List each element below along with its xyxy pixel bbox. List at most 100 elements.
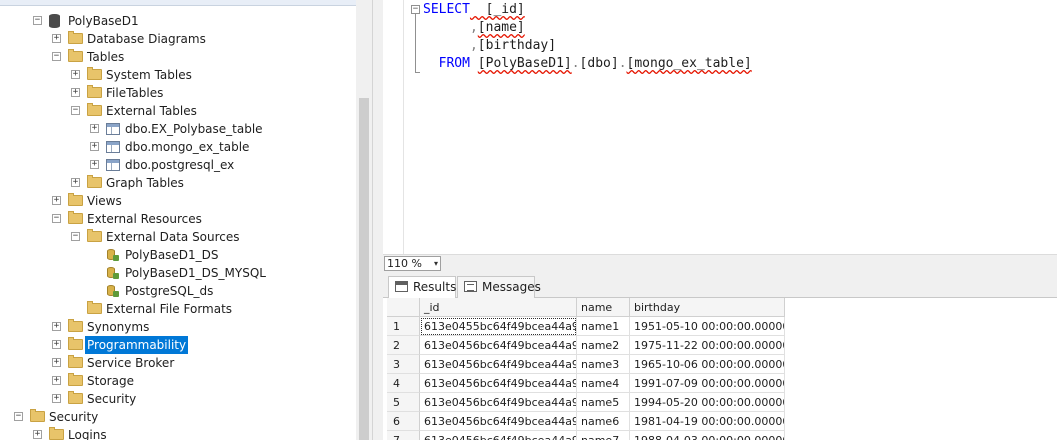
- code-token: [mongo_ex_table]: [626, 56, 752, 71]
- results-grid[interactable]: _id name birthday 1 613e0455bc64f49bcea44a92…: [387, 298, 1057, 440]
- expand-icon[interactable]: +: [52, 196, 61, 205]
- row-number[interactable]: 2: [387, 336, 420, 355]
- grid-cell[interactable]: name3: [577, 355, 630, 374]
- tree-node-programmability[interactable]: + Programmability: [0, 335, 356, 355]
- grid-corner[interactable]: [387, 298, 420, 317]
- grid-cell[interactable]: 1994-05-20 00:00:00.000000: [630, 393, 785, 412]
- collapse-icon[interactable]: −: [52, 214, 61, 223]
- column-header[interactable]: _id: [420, 298, 577, 317]
- tree-node-external-tables[interactable]: − External Tables: [0, 102, 356, 120]
- tree-node-postgresql-ds[interactable]: PostgreSQL_ds: [0, 282, 356, 300]
- grid-cell[interactable]: 613e0456bc64f49bcea44a98: [420, 431, 577, 440]
- expand-icon[interactable]: +: [52, 322, 61, 331]
- expand-icon[interactable]: +: [52, 376, 61, 385]
- tree-node-service-broker[interactable]: + Service Broker: [0, 354, 356, 372]
- tree-node-ex-polybase-table[interactable]: + dbo.EX_Polybase_table: [0, 120, 356, 138]
- grid-cell[interactable]: name4: [577, 374, 630, 393]
- tab-results-label: Results: [413, 280, 457, 294]
- collapse-icon[interactable]: −: [14, 412, 23, 421]
- grid-cell[interactable]: 1981-04-19 00:00:00.000000: [630, 412, 785, 431]
- folder-icon: [68, 391, 83, 404]
- code-line[interactable]: ,[birthday]: [423, 37, 556, 55]
- collapse-icon[interactable]: −: [71, 232, 80, 241]
- grid-cell[interactable]: 1951-05-10 00:00:00.000000: [630, 317, 785, 336]
- expand-icon[interactable]: +: [33, 430, 42, 439]
- tree-node-security-server[interactable]: − Security: [0, 408, 356, 426]
- expand-icon[interactable]: +: [71, 88, 80, 97]
- results-tabs: Results Messages: [383, 272, 1057, 299]
- tree-node-system-tables[interactable]: + System Tables: [0, 66, 356, 84]
- pane-splitter[interactable]: [372, 0, 383, 440]
- row-number[interactable]: 4: [387, 374, 420, 393]
- folder-icon: [68, 337, 83, 350]
- tree-node-label: Security: [87, 392, 137, 406]
- zoom-select[interactable]: 110 % ▾: [384, 256, 441, 271]
- expand-icon[interactable]: +: [71, 70, 80, 79]
- tree-node-logins[interactable]: + Logins: [0, 426, 356, 440]
- code-token: [PolyBaseD1]: [477, 56, 572, 71]
- tree-node-external-data-sources[interactable]: − External Data Sources: [0, 228, 356, 246]
- tree-node-external-file-formats[interactable]: External File Formats: [0, 300, 356, 318]
- tree-node-synonyms[interactable]: + Synonyms: [0, 318, 356, 336]
- column-header[interactable]: name: [577, 298, 630, 317]
- tree-node-postgresql-ex[interactable]: + dbo.postgresql_ex: [0, 156, 356, 174]
- collapse-icon[interactable]: −: [52, 52, 61, 61]
- expand-icon[interactable]: +: [52, 340, 61, 349]
- tree-node-security-db[interactable]: + Security: [0, 390, 356, 408]
- grid-cell[interactable]: name6: [577, 412, 630, 431]
- collapse-toggle-icon[interactable]: −: [411, 5, 420, 14]
- folder-icon: [49, 427, 64, 440]
- tree-node-views[interactable]: + Views: [0, 192, 356, 210]
- grid-cell[interactable]: 1965-10-06 00:00:00.000000: [630, 355, 785, 374]
- row-number[interactable]: 3: [387, 355, 420, 374]
- grid-cell[interactable]: 613e0455bc64f49bcea44a92: [420, 317, 577, 336]
- explorer-scrollbar-thumb[interactable]: [359, 98, 369, 440]
- tree-node-mongo-ex-table[interactable]: + dbo.mongo_ex_table: [0, 138, 356, 156]
- expand-icon[interactable]: +: [52, 34, 61, 43]
- tree-node-tables[interactable]: − Tables: [0, 48, 356, 66]
- column-header[interactable]: birthday: [630, 298, 785, 317]
- grid-cell[interactable]: 613e0456bc64f49bcea44a94: [420, 355, 577, 374]
- grid-cell[interactable]: 613e0456bc64f49bcea44a97: [420, 412, 577, 431]
- collapse-icon[interactable]: −: [33, 16, 42, 25]
- code-line[interactable]: SELECT [_id]: [423, 1, 525, 19]
- tree-node-label: Programmability: [83, 335, 190, 355]
- grid-cell[interactable]: name2: [577, 336, 630, 355]
- grid-cell[interactable]: 1975-11-22 00:00:00.000000: [630, 336, 785, 355]
- grid-cell[interactable]: 613e0456bc64f49bcea44a93: [420, 336, 577, 355]
- code-token: .: [618, 56, 627, 71]
- zoom-value: 110 %: [387, 257, 422, 270]
- collapse-icon[interactable]: −: [71, 106, 80, 115]
- grid-cell[interactable]: name1: [577, 317, 630, 336]
- tab-messages[interactable]: Messages: [457, 276, 541, 298]
- tree-node-polybased1-ds-mysql[interactable]: PolyBaseD1_DS_MYSQL: [0, 264, 356, 282]
- tree-node-database-diagrams[interactable]: + Database Diagrams: [0, 30, 356, 48]
- grid-cell[interactable]: name7: [577, 431, 630, 440]
- code-line[interactable]: FROM [PolyBaseD1].[dbo].[mongo_ex_table]: [423, 55, 752, 73]
- grid-cell[interactable]: 1991-07-09 00:00:00.000000: [630, 374, 785, 393]
- expand-icon[interactable]: +: [52, 394, 61, 403]
- code-token: [dbo]: [579, 56, 619, 71]
- tab-results[interactable]: Results: [388, 276, 456, 299]
- tree-node-storage[interactable]: + Storage: [0, 372, 356, 390]
- row-number[interactable]: 1: [387, 317, 420, 336]
- expand-icon[interactable]: +: [71, 178, 80, 187]
- row-number[interactable]: 6: [387, 412, 420, 431]
- grid-cell[interactable]: name5: [577, 393, 630, 412]
- tree-node-external-resources[interactable]: − External Resources: [0, 210, 356, 228]
- tree-node-label: Security: [49, 410, 99, 424]
- grid-cell[interactable]: 613e0456bc64f49bcea44a95: [420, 374, 577, 393]
- grid-cell[interactable]: 613e0456bc64f49bcea44a96: [420, 393, 577, 412]
- expand-icon[interactable]: +: [90, 124, 99, 133]
- tree-node-polybased1-ds[interactable]: PolyBaseD1_DS: [0, 246, 356, 264]
- tree-node-graph-tables[interactable]: + Graph Tables: [0, 174, 356, 192]
- expand-icon[interactable]: +: [90, 160, 99, 169]
- expand-icon[interactable]: +: [90, 142, 99, 151]
- code-line[interactable]: ,[name]: [423, 19, 525, 37]
- expand-icon[interactable]: +: [52, 358, 61, 367]
- row-number[interactable]: 5: [387, 393, 420, 412]
- tree-node-filetables[interactable]: + FileTables: [0, 84, 356, 102]
- row-number[interactable]: 7: [387, 431, 420, 440]
- grid-cell[interactable]: 1988-04-03 00:00:00.000000: [630, 431, 785, 440]
- tree-node-polybased1[interactable]: − PolyBaseD1: [0, 12, 356, 30]
